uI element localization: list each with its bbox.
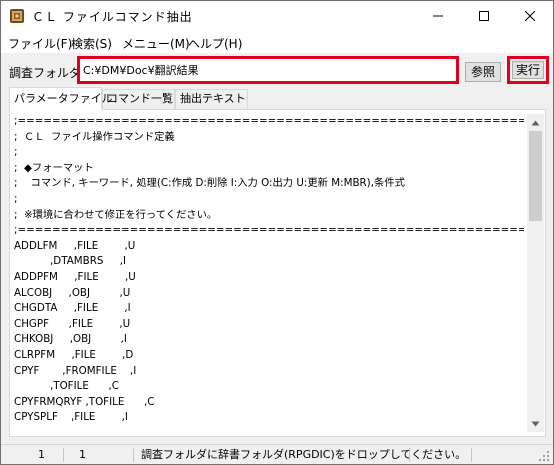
editor-line: CHGDTA ,FILE ,I: [14, 302, 131, 315]
editor-line: ; ※環境に合わせて修正を行ってください。: [14, 208, 218, 221]
status-line-number: 1: [38, 448, 45, 461]
editor-line: CHKOBJ ,OBJ ,I: [14, 333, 127, 346]
editor-line: ; ＣＬ ファイル操作コマンド定義: [14, 130, 175, 143]
chevron-up-icon: [531, 120, 540, 125]
window-title: ＣＬ ファイルコマンド抽出: [32, 10, 193, 24]
scroll-thumb[interactable]: [529, 131, 542, 221]
menu-menu[interactable]: メニュー(M): [122, 35, 190, 52]
status-bar: 1 1 調査フォルダに辞書フォルダ(RPGDIC)をドロップしてください。: [1, 444, 553, 464]
editor-line: ALCOBJ ,OBJ ,U: [14, 286, 131, 299]
menu-search[interactable]: 検索(S): [71, 35, 112, 52]
menu-bar: ファイル(F) 検索(S) メニュー(M) ヘルプ(H): [1, 31, 553, 53]
tab-command-list[interactable]: コマンド一覧: [102, 89, 175, 109]
editor-line: CPYF ,FROMFILE ,I: [14, 364, 137, 377]
status-divider: [63, 448, 64, 462]
maximize-button[interactable]: [461, 1, 507, 31]
status-divider: [409, 448, 410, 462]
editor-line: ADDPFM ,FILE ,U: [14, 270, 136, 283]
close-button[interactable]: [507, 1, 553, 31]
editor-line: ;: [14, 192, 18, 205]
status-message: 調査フォルダに辞書フォルダ(RPGDIC)をドロップしてください。: [141, 448, 467, 461]
menu-file[interactable]: ファイル(F): [8, 35, 72, 52]
editor-line: CPYFRMQRYF ,TOFILE ,C: [14, 395, 155, 408]
folder-path-input[interactable]: [83, 62, 453, 78]
editor-line: ; コマンド, キーワード, 処理(C:作成 D:削除 I:入力 O:出力 U:…: [14, 177, 405, 190]
chevron-down-icon: [531, 421, 540, 426]
main-window: ＣＬ ファイルコマンド抽出 ファイル(F) 検索(S) メニュー(M) ヘルプ(…: [0, 0, 554, 465]
run-highlight: 実行: [507, 56, 549, 84]
minimize-icon: [433, 15, 443, 17]
editor-line: ;: [14, 146, 18, 159]
title-bar: ＣＬ ファイルコマンド抽出: [1, 1, 553, 31]
editor-line: ;=======================================…: [14, 115, 524, 127]
status-column-number: 1: [79, 448, 86, 461]
status-divider: [133, 448, 134, 462]
tab-extracted-text[interactable]: 抽出テキスト: [175, 89, 248, 109]
folder-highlight: [77, 56, 459, 84]
status-divider: [471, 448, 472, 462]
menu-help[interactable]: ヘルプ(H): [188, 35, 242, 52]
editor-line: ;=======================================…: [14, 224, 524, 237]
browse-button[interactable]: 参照: [465, 62, 501, 82]
editor-line: CPYSPLF ,FILE ,I: [14, 411, 128, 424]
editor-line: CLRPFM ,FILE ,D: [14, 348, 134, 361]
editor-line: CHGPF ,FILE ,U: [14, 317, 131, 330]
resize-grip-icon[interactable]: [538, 450, 550, 462]
close-icon: [525, 11, 535, 21]
folder-label: 調査フォルダ: [9, 66, 82, 80]
scroll-down-button[interactable]: [527, 415, 544, 432]
tab-content: ;=======================================…: [9, 109, 546, 437]
editor-line: ,TOFILE ,C: [14, 380, 119, 393]
vertical-scrollbar[interactable]: [527, 114, 544, 432]
editor-line: ,DTAMBRS ,I: [14, 255, 127, 268]
app-icon: [10, 9, 24, 23]
tab-parameter-file[interactable]: パラメータファイル: [9, 87, 113, 110]
maximize-icon: [479, 11, 489, 21]
parameter-editor[interactable]: ;=======================================…: [14, 114, 524, 432]
minimize-button[interactable]: [415, 1, 461, 31]
editor-line: ; ◆フォーマット: [14, 161, 94, 174]
editor-line: ADDLFM ,FILE ,U: [14, 239, 136, 252]
run-button[interactable]: 実行: [512, 61, 544, 79]
scroll-up-button[interactable]: [527, 114, 544, 131]
